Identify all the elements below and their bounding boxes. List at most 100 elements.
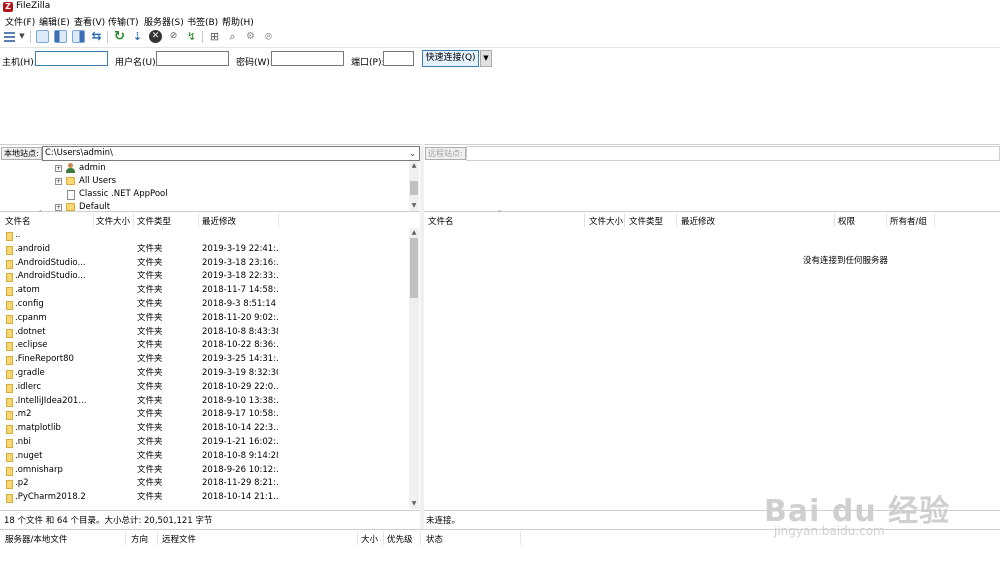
col-size[interactable]: 大小	[361, 533, 378, 545]
scroll-up-icon[interactable]: ▲	[409, 161, 419, 171]
port-input[interactable]	[383, 51, 414, 66]
refresh-icon[interactable]: ↻	[113, 30, 126, 43]
list-item[interactable]: .m2 文件夹 2018-9-17 10:58:...	[0, 408, 410, 422]
list-item[interactable]: .dotnet 文件夹 2018-10-8 8:43:38	[0, 326, 410, 340]
cancel-icon[interactable]: ✕	[149, 30, 162, 43]
toggle-remote-tree-icon[interactable]	[72, 30, 85, 43]
file-name: .PyCharm2018.2	[15, 492, 86, 503]
list-item[interactable]: .nuget 文件夹 2018-10-8 9:14:28	[0, 450, 410, 464]
folder-icon	[6, 342, 13, 352]
list-item[interactable]: .nbi 文件夹 2019-1-21 16:02:...	[0, 436, 410, 450]
quickconnect-history-dropdown[interactable]: ▼	[480, 50, 492, 67]
menu-file[interactable]: 文件(F)	[5, 15, 35, 28]
menu-server[interactable]: 服务器(S)	[144, 15, 184, 28]
folder-icon	[6, 439, 13, 448]
disconnect-icon[interactable]: ⊘	[167, 30, 180, 43]
list-item[interactable]: .p2 文件夹 2018-11-29 8:21:...	[0, 477, 410, 491]
message-log[interactable]	[0, 72, 1000, 145]
site-manager-icon[interactable]	[3, 30, 16, 43]
folder-icon	[6, 452, 13, 462]
list-item[interactable]: .PyCharm2018.2 文件夹 2018-10-14 21:1...	[0, 491, 410, 505]
list-item[interactable]: ..	[0, 229, 410, 243]
filter-icon[interactable]: ⊞	[208, 30, 221, 43]
sync-browse-icon[interactable]: ⚙	[244, 30, 257, 43]
username-input[interactable]	[156, 51, 229, 66]
col-status[interactable]: 状态	[426, 533, 443, 545]
expand-icon[interactable]: +	[55, 178, 62, 185]
scroll-down-icon[interactable]: ▼	[409, 499, 419, 509]
list-item[interactable]: .config 文件夹 2018-9-3 8:51:14	[0, 298, 410, 312]
password-input[interactable]	[271, 51, 344, 66]
menu-view[interactable]: 查看(V)	[74, 15, 105, 28]
folder-icon	[6, 259, 13, 269]
col-remote-file[interactable]: 远程文件	[162, 533, 196, 545]
folder-icon	[6, 383, 13, 393]
local-list-scrollbar[interactable]: ▲ ▼	[409, 228, 419, 509]
tree-node-default[interactable]: + Default	[55, 201, 355, 211]
file-name: .matplotlib	[15, 423, 61, 434]
col-filetype[interactable]: 文件类型	[629, 215, 663, 227]
toggle-local-tree-icon[interactable]	[54, 30, 67, 43]
quickconnect-button[interactable]: 快速连接(Q)	[422, 50, 479, 67]
menu-edit[interactable]: 编辑(E)	[39, 15, 70, 28]
col-filename[interactable]: 文件名	[428, 215, 454, 227]
scroll-up-icon[interactable]: ▲	[409, 228, 419, 238]
file-type: 文件夹	[137, 492, 163, 503]
list-item[interactable]: .idlerc 文件夹 2018-10-29 22:0...	[0, 381, 410, 395]
menu-help[interactable]: 帮助(H)	[222, 15, 254, 28]
menu-transfer[interactable]: 传输(T)	[108, 15, 139, 28]
scroll-thumb[interactable]	[410, 181, 418, 195]
list-item[interactable]: .cpanm 文件夹 2018-11-20 9:02:...	[0, 312, 410, 326]
local-path-input[interactable]: C:\Users\admin\ ⌄	[42, 146, 420, 161]
list-item[interactable]: .IntelliJIdea201... 文件夹 2018-9-10 13:38:..…	[0, 395, 410, 409]
scroll-down-icon[interactable]: ▼	[409, 201, 419, 211]
col-filesize[interactable]: 文件大小	[96, 215, 130, 227]
file-modified: 2018-10-14 21:1...	[202, 492, 278, 503]
list-item[interactable]: .AndroidStudio... 文件夹 2019-3-18 23:16:...	[0, 257, 410, 271]
col-priority[interactable]: 优先级	[387, 533, 413, 545]
compare-icon[interactable]: ⌕	[226, 30, 239, 43]
site-manager-dropdown-icon[interactable]: ▼	[18, 30, 26, 43]
col-modified[interactable]: 最近修改	[681, 215, 715, 227]
search-icon[interactable]: ⌾	[262, 30, 275, 43]
file-name: ..	[15, 230, 21, 240]
tree-node-classic-net-apppool[interactable]: Classic .NET AppPool	[55, 188, 355, 201]
toggle-log-icon[interactable]	[36, 30, 49, 43]
col-owner-group[interactable]: 所有者/组	[890, 215, 927, 227]
remote-file-header: 文件名 ^ 文件大小 文件类型 最近修改 权限 所有者/组	[424, 210, 1000, 229]
chevron-down-icon[interactable]: ⌄	[409, 147, 416, 160]
col-direction[interactable]: 方向	[131, 533, 148, 545]
file-type: 文件夹	[137, 271, 163, 282]
expand-icon[interactable]: +	[55, 165, 62, 172]
menu-bookmarks[interactable]: 书签(B)	[187, 15, 218, 28]
reconnect-icon[interactable]: ↯	[185, 30, 198, 43]
col-modified[interactable]: 最近修改	[202, 215, 236, 227]
scroll-thumb[interactable]	[410, 238, 418, 298]
list-item[interactable]: .matplotlib 文件夹 2018-10-14 22:3...	[0, 422, 410, 436]
host-input[interactable]	[35, 51, 108, 66]
tree-node-admin[interactable]: + admin	[55, 162, 355, 175]
list-item[interactable]: .eclipse 文件夹 2018-10-22 8:36:...	[0, 339, 410, 353]
file-type: 文件夹	[137, 326, 163, 337]
col-server-local-file[interactable]: 服务器/本地文件	[5, 533, 67, 545]
col-filesize[interactable]: 文件大小	[589, 215, 623, 227]
col-filename[interactable]: 文件名	[5, 215, 31, 227]
tree-node-all-users[interactable]: + All Users	[55, 175, 355, 188]
list-item[interactable]: .gradle 文件夹 2019-3-19 8:32:30	[0, 367, 410, 381]
local-tree-scrollbar[interactable]: ▲ ▼	[409, 161, 419, 211]
list-item[interactable]: .omnisharp 文件夹 2018-9-26 10:12:...	[0, 464, 410, 478]
col-filetype[interactable]: 文件类型	[137, 215, 171, 227]
toggle-queue-icon[interactable]: ⇆	[90, 30, 103, 43]
file-type: 文件夹	[137, 464, 163, 475]
list-item[interactable]: .android 文件夹 2019-3-19 22:41:...	[0, 243, 410, 257]
list-item[interactable]: .AndroidStudio... 文件夹 2019-3-18 22:33:...	[0, 270, 410, 284]
list-item[interactable]: .FineReport80 文件夹 2019-3-25 14:31:...	[0, 353, 410, 367]
local-site-label: 本地站点:	[1, 147, 42, 160]
folder-icon	[6, 245, 13, 255]
list-item[interactable]: .atom 文件夹 2018-11-7 14:58:...	[0, 284, 410, 298]
expand-icon[interactable]: +	[55, 204, 62, 211]
process-queue-icon[interactable]: ⇣	[131, 30, 144, 43]
col-permissions[interactable]: 权限	[838, 215, 855, 227]
file-type: 文件夹	[137, 285, 163, 296]
file-name: .nbi	[15, 437, 31, 447]
